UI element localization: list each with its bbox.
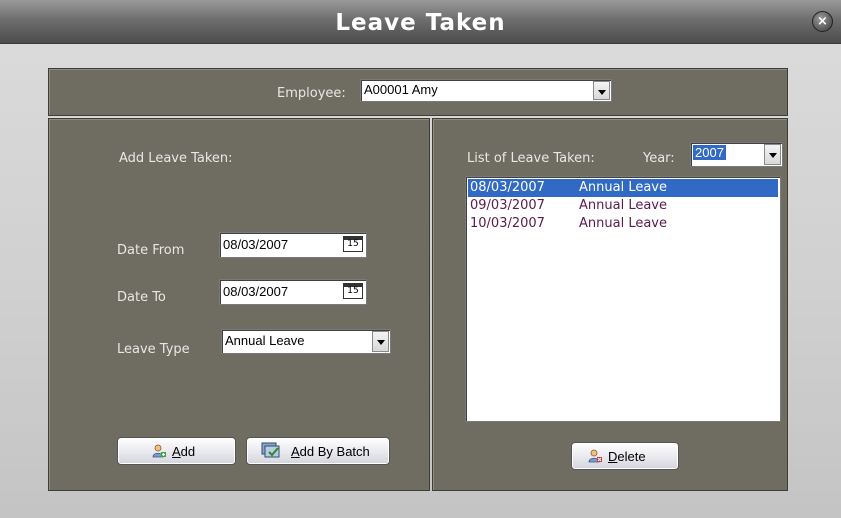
leave-type-label: Leave Type bbox=[117, 342, 190, 357]
calendar-icon[interactable]: 15 bbox=[343, 236, 363, 252]
add-batch-rest: dd By Batch bbox=[299, 444, 370, 459]
leave-list[interactable]: 08/03/2007 Annual Leave 09/03/2007 Annua… bbox=[465, 176, 781, 422]
employee-label: Employee: bbox=[277, 86, 346, 101]
delete-accel: D bbox=[608, 449, 618, 464]
add-button[interactable]: Add bbox=[117, 437, 236, 465]
year-value: 2007 bbox=[693, 145, 726, 160]
date-from-label: Date From bbox=[117, 243, 185, 258]
title-bar: Leave Taken × bbox=[0, 0, 841, 44]
date-to-label: Date To bbox=[117, 290, 166, 305]
add-button-label: Add bbox=[172, 444, 195, 459]
delete-user-icon bbox=[588, 449, 602, 463]
leave-list-heading: List of Leave Taken: bbox=[467, 151, 595, 166]
dropdown-arrow-icon[interactable] bbox=[764, 144, 781, 165]
delete-button-label: Delete bbox=[608, 449, 646, 464]
employee-panel: Employee: A00001 Amy bbox=[48, 68, 788, 116]
delete-rest: elete bbox=[617, 449, 646, 464]
date-to-value: 08/03/2007 bbox=[223, 284, 289, 299]
list-item[interactable]: 09/03/2007 Annual Leave bbox=[468, 197, 778, 215]
list-item-type: Annual Leave bbox=[579, 198, 667, 213]
batch-icon bbox=[261, 442, 280, 458]
date-from-value: 08/03/2007 bbox=[223, 237, 289, 252]
add-batch-accel: A bbox=[291, 444, 300, 459]
add-leave-heading: Add Leave Taken: bbox=[119, 151, 233, 166]
employee-value: A00001 Amy bbox=[364, 82, 438, 97]
add-by-batch-button[interactable]: Add By Batch bbox=[246, 437, 390, 465]
add-leave-panel: Add Leave Taken: Date From 08/03/2007 15… bbox=[48, 118, 430, 491]
date-from-picker[interactable]: 08/03/2007 15 bbox=[219, 232, 367, 258]
list-item-date: 10/03/2007 bbox=[470, 216, 545, 231]
dropdown-arrow-icon[interactable] bbox=[372, 331, 389, 352]
add-rest: dd bbox=[180, 444, 196, 459]
delete-button[interactable]: Delete bbox=[571, 442, 679, 470]
list-item-date: 09/03/2007 bbox=[470, 198, 545, 213]
year-label: Year: bbox=[643, 151, 675, 166]
list-item-date: 08/03/2007 bbox=[470, 180, 545, 195]
leave-taken-window: Leave Taken × Employee: A00001 Amy Add L… bbox=[0, 0, 841, 518]
leave-type-value: Annual Leave bbox=[225, 333, 305, 348]
date-to-picker[interactable]: 08/03/2007 15 bbox=[219, 279, 367, 305]
close-icon[interactable]: × bbox=[812, 11, 833, 32]
list-item-type: Annual Leave bbox=[579, 180, 667, 195]
calendar-icon[interactable]: 15 bbox=[343, 283, 363, 299]
add-by-batch-label: Add By Batch bbox=[291, 444, 370, 459]
leave-list-panel: List of Leave Taken: Year: 2007 08/03/20… bbox=[432, 118, 788, 491]
leave-type-select[interactable]: Annual Leave bbox=[221, 329, 391, 354]
list-item[interactable]: 10/03/2007 Annual Leave bbox=[468, 215, 778, 233]
year-select[interactable]: 2007 bbox=[690, 142, 783, 167]
list-item[interactable]: 08/03/2007 Annual Leave bbox=[468, 179, 778, 197]
list-item-type: Annual Leave bbox=[579, 216, 667, 231]
window-title: Leave Taken bbox=[335, 10, 506, 36]
dropdown-arrow-icon[interactable] bbox=[593, 81, 610, 100]
employee-select[interactable]: A00001 Amy bbox=[360, 79, 612, 102]
add-accel: A bbox=[172, 444, 181, 459]
add-user-icon bbox=[152, 444, 166, 458]
